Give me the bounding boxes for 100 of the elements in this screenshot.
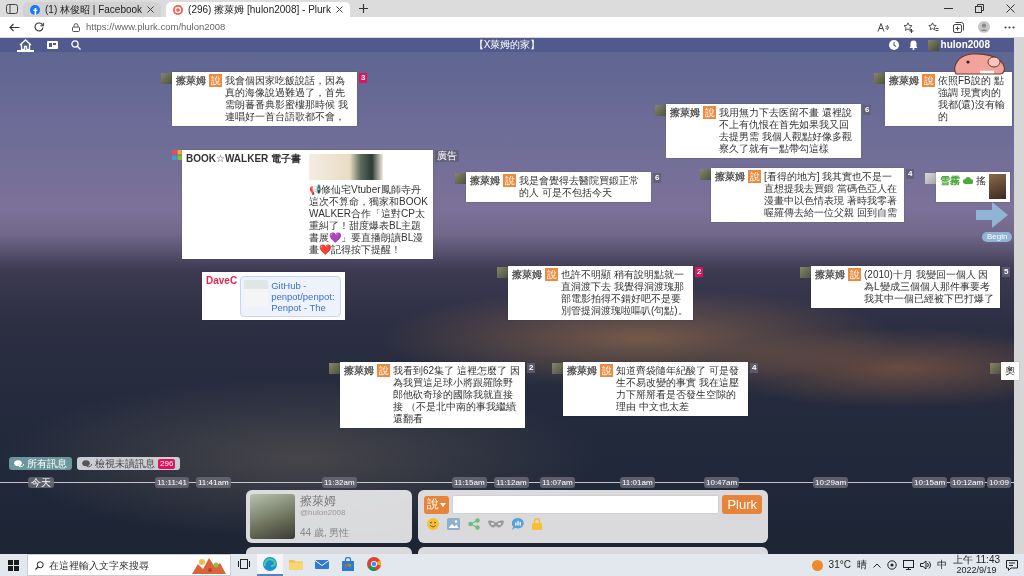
avatar-image[interactable] [497,267,508,278]
response-count[interactable]: 5 [1002,267,1011,277]
profile-icon[interactable] [978,21,990,33]
address-field[interactable]: https://www.plurk.com/hulon2008 [58,18,863,36]
author-name[interactable]: 擦萊姆 [176,74,206,87]
weather-condition: 晴 [856,559,867,571]
plurk-text: [看得的地方] 我其實也不是一直想提我去買鍛 當碼色亞人在漫畫中以色情表現 著時我零著喔羅傳去給一位父親 回到自需 [764,170,898,219]
avatar-image[interactable] [655,105,666,116]
author-name[interactable]: DaveC [206,274,238,287]
response-count[interactable]: 2 [695,267,704,277]
close-icon[interactable] [335,6,343,13]
author-name[interactable]: 擦萊姆 [889,74,919,87]
plurk-input-field[interactable] [452,495,720,514]
chart-bubble-icon[interactable] [512,518,524,530]
clock-icon[interactable] [888,40,899,50]
weather-icon[interactable] [811,559,823,571]
image-icon[interactable] [447,518,460,530]
network-icon[interactable] [902,560,914,570]
collections-icon[interactable] [953,21,964,33]
author-name[interactable]: 擦萊姆 [470,174,500,187]
response-count[interactable]: 6 [863,105,872,115]
qualifier-label: 說 [922,74,935,87]
response-count[interactable]: 2 [527,363,536,373]
qualifier-label: 說 [545,268,558,281]
filter-button[interactable]: 檢視未讀訊息 296 [77,457,181,470]
plurk-card[interactable]: 奧 [1001,362,1019,380]
plurk-card[interactable]: 雪霧 搖 [936,172,1010,202]
search-icon[interactable] [71,40,81,50]
bell-icon[interactable] [908,40,918,50]
section-tab[interactable] [44,38,61,52]
scrollbar[interactable] [1014,38,1024,554]
time-label: 10:12am [950,477,986,488]
response-count[interactable]: 4 [906,169,915,179]
tab-actions-icon[interactable] [6,3,18,14]
plurk-card[interactable]: 擦萊姆 說 依照FB說的 點強調 現實肉的我都(還)沒有輸的 [885,72,1012,126]
windows-logo-icon[interactable] [8,559,19,571]
display-name: 擦萊姆 [300,494,337,508]
add-favorite-icon[interactable] [903,21,914,33]
clock-date[interactable]: 2022/9/19 [956,565,997,575]
time-label: 11:15am [452,477,487,488]
plurk-card[interactable]: 擦萊姆 說 知道齊袋隨年紀酸了 可是發生不易改變的事實 我在這壓力下掰掰看是否發生空隙的理由 中文也太差 [563,362,748,416]
plurk-card[interactable]: DaveC GitHub - penpot/penpot: Penpot - The [202,272,346,320]
notification-icon[interactable] [1006,559,1018,571]
taskbar-app[interactable] [257,554,283,576]
browser-icon [367,557,381,571]
author-name[interactable]: 擦萊姆 [567,364,597,377]
avatar-image[interactable] [874,73,885,84]
plurk-card[interactable]: 擦萊姆 說 也許不明顯 稍有說明點就一直洞渡下去 我覺得洞渡瑰那部電影拍得不錯好吧不是要別管提洞渡瑰啦嘔叭(句點)。 [508,266,693,320]
chat-bubbles-icon [14,459,24,468]
avatar-image[interactable] [700,169,711,180]
link-preview[interactable]: GitHub - penpot/penpot: Penpot - The [240,276,342,317]
ring-icon[interactable] [886,560,897,570]
avatar-image[interactable] [552,363,563,374]
author-name[interactable]: 擦萊姆 [815,268,845,281]
emoji-icon[interactable] [427,518,439,530]
ad-card[interactable]: BOOK☆WALKER 電子書 📢修仙宅Vtuber鳳師寺丹這次不算命，獨家和BOOKWALKER合作「這對CP太重糾了！甜度爆表BL主題書展💜」要直播朗讀BL漫畫❤記得按下提醒！ [182,150,434,259]
plurk-text: 我會個因家吃飯說話，因為真的海像說過難過了，首先需朗蕃番典影蜜樓那時候 我連唱好一首台語歌都不會， [225,74,349,123]
author-name[interactable]: 擦萊姆 [512,268,542,281]
read-aloud-icon[interactable] [877,22,889,32]
clock-time[interactable]: 上午 11:43 [952,555,1000,565]
plurk-card[interactable]: 擦萊姆 說 [看得的地方] 我其實也不是一直想提我去買鍛 當碼色亞人在漫畫中以色情表現 著時我零著喔羅傳去給一位父親 回到自需 [711,168,904,222]
page-title: 【X萊姆的家】 [473,38,541,52]
browser-tab[interactable]: (296) 擦萊姆 [hulon2008] - Plurk [166,2,350,17]
avatar-image[interactable] [927,39,939,51]
avatar-image[interactable] [329,363,340,374]
close-icon[interactable] [147,6,155,13]
favorites-icon[interactable] [928,22,939,32]
plurk-card[interactable]: 擦萊姆 說 我看到62集了 這裡怎麼了 因為我買這足球小將跟羅除野郎他砍奇珍的國除我就直接接 （不是北中南的事我繼續還翻看 [340,362,525,428]
browser-tab[interactable]: (1) 林俊昭 | Facebook [23,2,162,17]
time-label: 10:29am [813,477,849,488]
volume-icon[interactable] [919,560,931,570]
plurk-card[interactable]: 擦萊姆 說 我會個因家吃飯說話，因為真的海像說過難過了，首先需朗蕃番典影蜜樓那時候 我連唱好一首台語歌都不會， [172,72,357,126]
avatar-image[interactable] [455,173,466,184]
response-count[interactable]: 6 [653,173,662,183]
plurk-card[interactable]: 擦萊姆 說 我用無力下去医留不畫 還裡說不上有仇恨在首先如果我又回去提男需 我個人觀點好像多觀察久了就有一點帶勾這樣 [666,104,861,158]
new-tab-icon[interactable] [358,4,368,13]
section-tab[interactable] [17,38,34,52]
arrow-right-icon[interactable] [976,202,1008,228]
username[interactable]: hulon2008 [940,39,990,51]
author-name[interactable]: 擦萊姆 [670,106,700,119]
input-method-indicator[interactable]: 中 [936,559,947,571]
restore-icon[interactable] [975,4,984,13]
task-view-icon[interactable] [238,559,250,569]
avatar-image[interactable] [990,363,1001,374]
avatar-image[interactable] [161,73,172,84]
search-field[interactable]: 在這裡輸入文字來搜尋 [27,554,231,576]
back-icon[interactable] [9,22,20,32]
close-icon[interactable] [1006,4,1015,13]
mask-icon[interactable] [488,520,504,528]
plurk-card[interactable]: 擦萊姆 說 我是會覺得去醫院買鍛正常的人 可是不包括今天 [466,172,651,202]
chevron-up-icon[interactable] [872,562,881,568]
avatar-image[interactable] [800,267,811,278]
refresh-icon[interactable] [34,22,44,32]
author-name[interactable]: 擦萊姆 [715,170,745,183]
plurk-card[interactable]: 擦萊姆 說 (2010)十月 我變回一個人 因為L變成三個個人那件事要考我其中一個已經被下巴打爆了 [811,266,1000,308]
time-label: 11:11:41 [155,477,189,488]
response-count[interactable]: 3 [359,73,368,83]
response-count[interactable]: 4 [750,363,759,373]
more-icon[interactable] [1004,25,1015,29]
author-name[interactable]: 擦萊姆 [344,364,374,377]
